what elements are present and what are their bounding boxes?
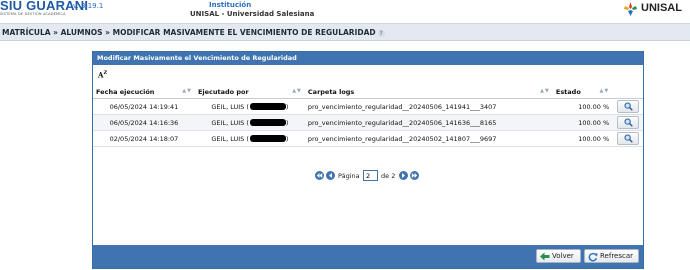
breadcrumb-text: MATRÍCULA » ALUMNOS » MODIFICAR MASIVAME… xyxy=(2,28,385,37)
last-page-button[interactable] xyxy=(410,171,419,180)
cell-action xyxy=(612,98,643,115)
az-sort-icon[interactable]: AZ xyxy=(98,70,107,79)
redacted-block xyxy=(249,135,286,142)
first-page-button[interactable] xyxy=(315,171,324,180)
cell-ejecutado: GEIL, LUIS () xyxy=(194,114,305,131)
back-button[interactable]: Volver xyxy=(536,249,581,263)
unisal-emblem-icon xyxy=(624,2,637,16)
column-header-estado[interactable]: Estado ▲▼ xyxy=(552,86,613,99)
first-page-icon xyxy=(316,173,323,178)
top-header: SIU GUARANI v. 3.19.1 SISTEMA DE GESTIÓN… xyxy=(0,0,690,24)
panel-footer: Volver Refrescar xyxy=(93,245,643,268)
prev-page-button[interactable] xyxy=(326,171,335,180)
cell-carpeta: pro_vencimiento_regularidad__20240506_14… xyxy=(304,98,553,115)
unisal-wordmark: UNISAL xyxy=(641,2,682,14)
institution-name: UNISAL - Universidad Salesiana xyxy=(190,10,315,18)
cell-action xyxy=(612,130,643,147)
prev-page-icon xyxy=(329,173,332,178)
cell-action xyxy=(612,114,643,131)
redacted-block xyxy=(249,103,286,110)
institution-label: Institución xyxy=(209,1,252,9)
column-header-actions xyxy=(612,86,643,99)
back-button-label: Volver xyxy=(552,252,574,260)
cell-ejecutado: GEIL, LUIS () xyxy=(194,98,305,115)
magnifier-icon xyxy=(624,102,633,111)
cell-fecha: 06/05/2024 14:16:36 xyxy=(93,114,195,131)
table-row[interactable]: 06/05/2024 14:16:36 GEIL, LUIS () pro_ve… xyxy=(93,114,643,131)
breadcrumb: MATRÍCULA » ALUMNOS » MODIFICAR MASIVAME… xyxy=(0,24,690,41)
page-label: Página xyxy=(338,172,360,180)
back-arrow-icon xyxy=(540,252,550,261)
cell-fecha: 06/05/2024 14:19:41 xyxy=(93,98,195,115)
magnifier-icon xyxy=(624,134,633,143)
results-panel: Modificar Masivamente el Vencimiento de … xyxy=(92,51,644,269)
magnifier-icon xyxy=(624,118,633,127)
next-page-icon xyxy=(402,173,405,178)
view-log-button[interactable] xyxy=(616,132,639,145)
cell-estado: 100.00 % xyxy=(552,114,613,131)
cell-carpeta: pro_vencimiento_regularidad__20240502_14… xyxy=(304,130,553,147)
cell-fecha: 02/05/2024 14:18:07 xyxy=(93,130,195,147)
column-header-ejecutado[interactable]: Ejecutado por ▲▼ xyxy=(194,86,305,99)
table-row[interactable]: 02/05/2024 14:18:07 GEIL, LUIS () pro_ve… xyxy=(93,130,643,147)
panel-title: Modificar Masivamente el Vencimiento de … xyxy=(93,52,643,65)
page-total-label: de 2 xyxy=(381,172,396,180)
last-page-icon xyxy=(411,173,418,178)
refresh-button[interactable]: Refrescar xyxy=(584,249,639,263)
sort-arrows-icon[interactable]: ▲▼ xyxy=(292,88,302,94)
sort-arrows-icon[interactable]: ▲▼ xyxy=(599,88,609,94)
table-header-row: Fecha ejecución ▲▼ Ejecutado por ▲▼ Carpet… xyxy=(93,86,643,99)
redacted-block xyxy=(249,119,286,126)
version-label: v. 3.19.1 xyxy=(73,2,104,10)
sort-arrows-icon[interactable]: ▲▼ xyxy=(182,88,192,94)
cell-estado: 100.00 % xyxy=(552,130,613,147)
refresh-icon xyxy=(588,252,598,262)
page-number-input[interactable] xyxy=(363,170,378,181)
cell-ejecutado: GEIL, LUIS () xyxy=(194,130,305,147)
sort-arrows-icon[interactable]: ▲▼ xyxy=(540,88,550,94)
next-page-button[interactable] xyxy=(399,171,408,180)
column-header-carpeta[interactable]: Carpeta logs ▲▼ xyxy=(304,86,553,99)
table-row[interactable]: 06/05/2024 14:19:41 GEIL, LUIS () pro_ve… xyxy=(93,98,643,115)
view-log-button[interactable] xyxy=(616,100,639,113)
brand-subtitle: SISTEMA DE GESTIÓN ACADÉMICA xyxy=(0,12,66,16)
cell-carpeta: pro_vencimiento_regularidad__20240506_14… xyxy=(304,114,553,131)
executions-table: Fecha ejecución ▲▼ Ejecutado por ▲▼ Carpet… xyxy=(93,86,643,147)
refresh-button-label: Refrescar xyxy=(600,252,634,260)
help-icon[interactable]: ? xyxy=(377,29,385,37)
view-log-button[interactable] xyxy=(616,116,639,129)
column-header-fecha[interactable]: Fecha ejecución ▲▼ xyxy=(93,86,195,99)
cell-estado: 100.00 % xyxy=(552,98,613,115)
